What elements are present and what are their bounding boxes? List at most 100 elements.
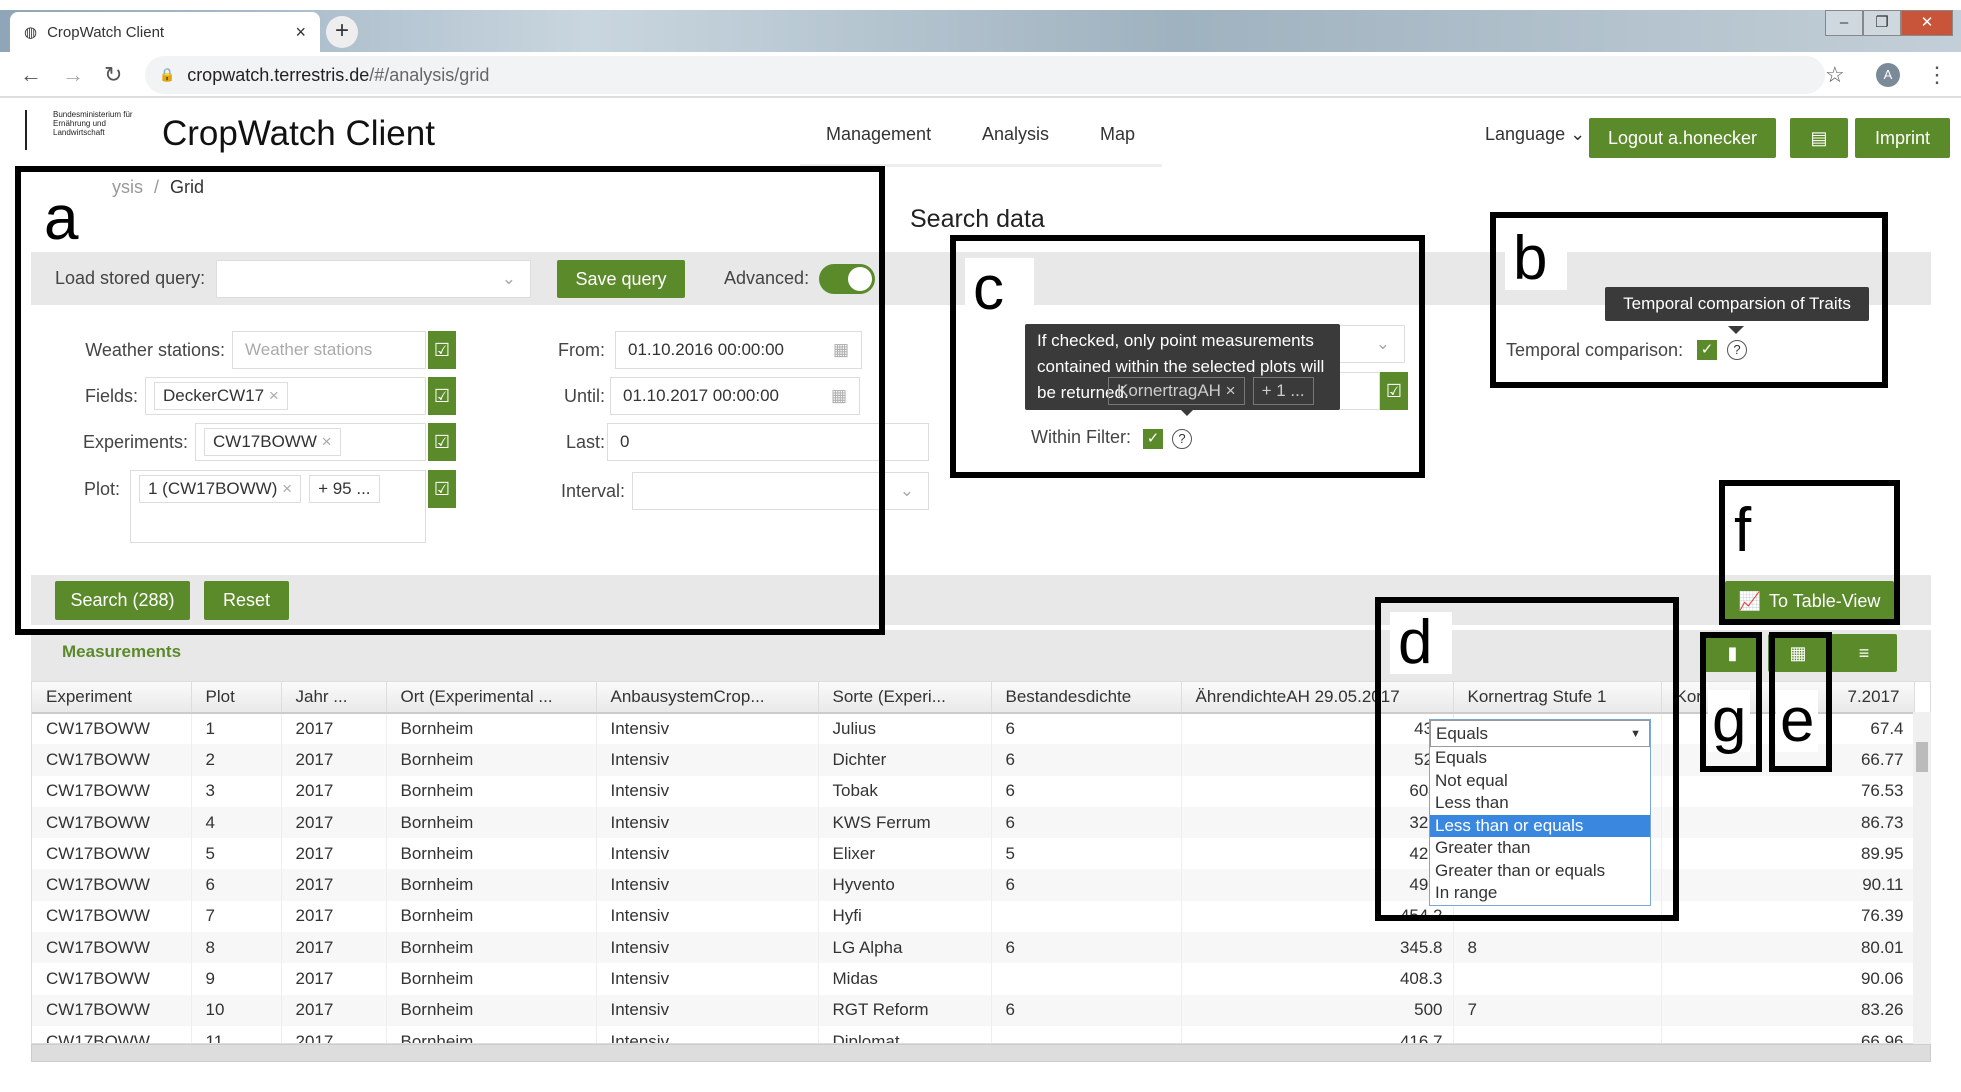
trait-tag[interactable]: KornertragAH × [1108, 377, 1245, 405]
table-cell: 90.06 [1661, 963, 1915, 995]
table-cell [991, 963, 1182, 995]
table-cell: 6 [991, 869, 1182, 901]
annotation-label-d: d [1390, 612, 1453, 674]
table-cell: 5 [191, 838, 282, 870]
table-cell: 80.01 [1661, 932, 1915, 964]
table-cell: 2017 [281, 775, 387, 807]
column-header[interactable]: Plot [191, 682, 282, 714]
browser-tab[interactable]: ◍ CropWatch Client × [10, 12, 320, 52]
column-header[interactable]: Bestandesdichte [991, 682, 1182, 714]
column-header[interactable]: AnbausystemCrop... [596, 682, 819, 714]
reload-icon[interactable]: ↻ [104, 62, 122, 88]
table-cell: 90.11 [1661, 869, 1915, 901]
table-cell: CW17BOWW [32, 838, 192, 870]
table-cell: 6 [991, 994, 1182, 1026]
table-cell: 1 [191, 713, 282, 745]
table-row[interactable]: CW17BOWW 9 2017 Bornheim Intensiv Midas 408.3 9… [32, 963, 1915, 995]
close-window-icon[interactable]: ✕ [1901, 10, 1953, 36]
search-data-title: Search data [910, 205, 1045, 233]
table-row[interactable]: CW17BOWW 11 2017 Bornheim Intensiv Diplomat 41… [32, 1025, 1915, 1043]
annotation-label-c: c [965, 258, 1034, 320]
table-cell: Intensiv [596, 744, 819, 776]
table-cell: LG Alpha [818, 932, 992, 964]
annotation-label-b: b [1505, 228, 1568, 290]
table-cell: 7 [1453, 994, 1662, 1026]
trait-more-tag[interactable]: + 1 ... [1252, 377, 1314, 405]
url-input[interactable]: 🔒 cropwatch.terrestris.de/#/analysis/grid [145, 56, 1825, 94]
bookmark-star-icon[interactable]: ☆ [1825, 62, 1845, 88]
table-cell: 416.7 [1181, 1025, 1454, 1043]
table-cell: Bornheim [386, 963, 597, 995]
app-title: CropWatch Client [162, 114, 435, 153]
table-cell: 76.53 [1661, 775, 1915, 807]
column-header[interactable]: Jahr ... [281, 682, 387, 714]
column-header[interactable]: Experiment [32, 682, 192, 714]
table-cell: Intensiv [596, 806, 819, 839]
menu-dots-icon[interactable]: ⋮ [1926, 62, 1948, 88]
table-cell: Bornheim [386, 994, 597, 1026]
table-cell: 2017 [281, 744, 387, 776]
horizontal-scrollbar[interactable] [31, 1044, 1931, 1062]
table-cell: 8 [1453, 932, 1662, 964]
chevron-down-icon: ⌄ [899, 481, 914, 500]
chevron-down-icon: ⌄ [1570, 124, 1586, 144]
table-cell: 89.95 [1661, 838, 1915, 870]
table-cell: CW17BOWW [32, 869, 192, 901]
table-cell: Bornheim [386, 806, 597, 839]
url-path: /#/analysis/grid [369, 64, 490, 85]
table-row[interactable]: CW17BOWW 8 2017 Bornheim Intensiv LG Alpha 6 34… [32, 932, 1915, 964]
table-cell: CW17BOWW [32, 963, 192, 995]
table-cell: Dichter [818, 744, 992, 776]
table-cell: Bornheim [386, 1025, 597, 1043]
vertical-scrollbar[interactable] [1913, 712, 1931, 1044]
language-dropdown[interactable]: Language ⌄ [1485, 124, 1585, 145]
table-cell: CW17BOWW [32, 806, 192, 839]
forward-icon[interactable]: → [62, 62, 84, 88]
maximize-icon[interactable]: ❐ [1863, 10, 1901, 36]
menu-icon: ≡ [1858, 642, 1870, 663]
nav-management[interactable]: Management [826, 124, 931, 145]
lock-icon: 🔒 [159, 67, 176, 82]
nav-map[interactable]: Map [1100, 124, 1135, 145]
column-menu-button[interactable]: ≡ [1831, 634, 1897, 672]
table-cell: 408.3 [1181, 963, 1454, 995]
table-cell: Hyvento [818, 869, 992, 901]
table-cell: 5 [991, 838, 1182, 870]
table-cell: Bornheim [386, 775, 597, 807]
table-cell: 2 [191, 744, 282, 776]
table-cell: Julius [818, 713, 992, 745]
table-cell: 2017 [281, 963, 387, 995]
table-cell: Bornheim [386, 900, 597, 933]
globe-icon: ◍ [24, 24, 38, 41]
table-row[interactable]: CW17BOWW 10 2017 Bornheim Intensiv RGT Reform… [32, 994, 1915, 1026]
table-cell: Intensiv [596, 775, 819, 807]
table-cell: Bornheim [386, 744, 597, 776]
profile-avatar[interactable]: A [1876, 63, 1900, 87]
new-tab-button[interactable]: + [326, 16, 358, 48]
logo-text: Bundesministerium für Ernährung und Land… [53, 110, 133, 137]
imprint-button[interactable]: Imprint [1855, 118, 1950, 158]
table-cell: 86.73 [1661, 806, 1915, 839]
keyboard-button[interactable]: ▤ [1790, 118, 1848, 158]
logout-button[interactable]: Logout a.honecker [1589, 118, 1776, 158]
traits-tags: KornertragAH × + 1 ... [1108, 372, 1322, 410]
window-controls: – ❐ ✕ [1825, 10, 1953, 36]
table-cell: 2017 [281, 838, 387, 870]
table-cell: Intensiv [596, 963, 819, 995]
back-icon[interactable]: ← [20, 62, 42, 88]
table-cell: Bornheim [386, 838, 597, 870]
table-cell: CW17BOWW [32, 994, 192, 1026]
table-cell [991, 1025, 1182, 1043]
table-cell: RGT Reform [818, 994, 992, 1026]
table-cell: Intensiv [596, 1025, 819, 1043]
minimize-icon[interactable]: – [1825, 10, 1863, 36]
table-cell: CW17BOWW [32, 713, 192, 745]
nav-analysis[interactable]: Analysis [982, 124, 1049, 145]
annotation-label-f: f [1726, 500, 1760, 562]
table-cell: Intensiv [596, 713, 819, 745]
table-cell: Tobak [818, 775, 992, 807]
annotation-label-a: a [36, 188, 87, 250]
column-header[interactable]: Ort (Experimental ... [386, 682, 597, 714]
column-header[interactable]: Sorte (Experi... [818, 682, 992, 714]
close-tab-icon[interactable]: × [295, 22, 306, 43]
